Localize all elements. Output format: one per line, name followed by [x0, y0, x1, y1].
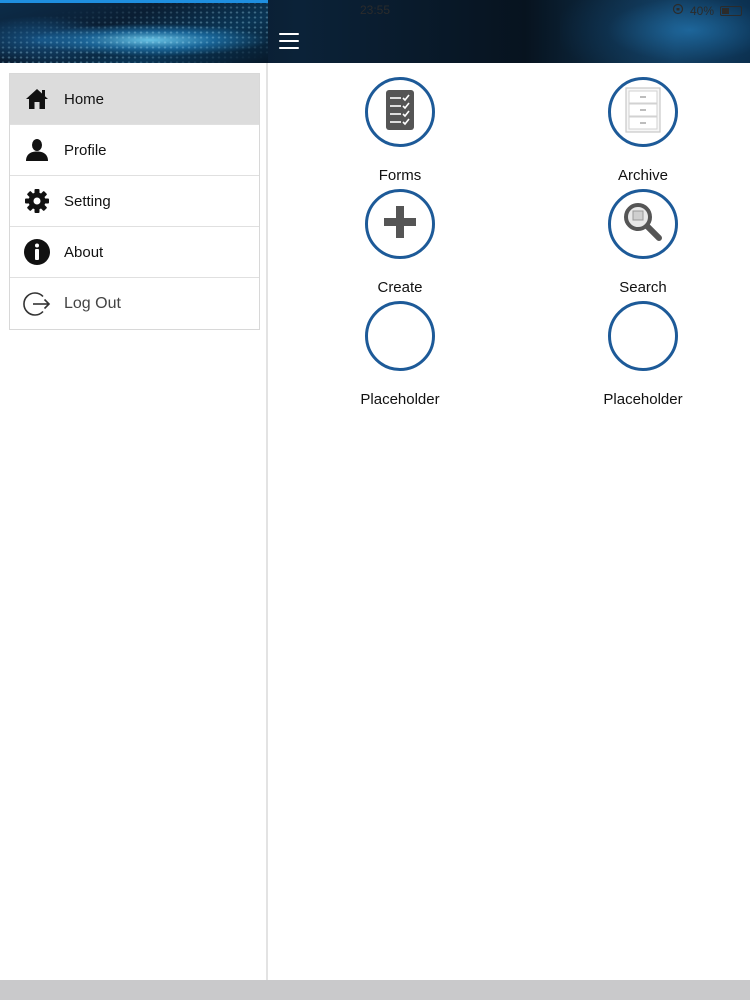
sidebar-item-label: Log Out	[64, 294, 121, 312]
hamburger-line	[279, 33, 299, 35]
battery-fill	[722, 7, 729, 14]
tile-circle	[608, 301, 678, 371]
cabinet-icon	[625, 86, 661, 138]
tile-archive[interactable]: Archive	[578, 77, 708, 187]
sidebar-item-logout[interactable]: Log Out	[10, 278, 259, 329]
sidebar-item-profile[interactable]: Profile	[10, 125, 259, 176]
tile-circle	[365, 189, 435, 259]
battery-icon	[720, 5, 742, 16]
sidebar-item-label: Profile	[64, 141, 107, 159]
sidebar: Home Profile Setting About Log Out	[0, 63, 268, 980]
tile-label: Create	[377, 279, 423, 296]
bottom-bar	[0, 980, 750, 1000]
main-dashboard: Forms Archive Create Search Placeholder …	[270, 63, 750, 980]
magnifier-icon	[622, 201, 664, 248]
tile-label: Search	[619, 279, 667, 296]
hamburger-line	[279, 40, 299, 42]
sidebar-item-label: Home	[64, 90, 105, 108]
sidebar-item-home[interactable]: Home	[10, 74, 259, 125]
status-indicators: 40%	[672, 3, 742, 18]
app-header: 23:55 40%	[0, 0, 750, 63]
sidebar-item-setting[interactable]: Setting	[10, 176, 259, 227]
tile-label: Forms	[378, 167, 422, 184]
tile-create[interactable]: Create	[335, 189, 465, 299]
sidebar-item-label: Setting	[64, 192, 111, 210]
battery-percent: 40%	[689, 3, 714, 18]
status-time: 23:55	[359, 3, 391, 17]
tile-label: Archive	[617, 167, 669, 184]
tile-placeholder-right[interactable]: Placeholder	[578, 301, 708, 411]
tile-placeholder-left[interactable]: Placeholder	[335, 301, 465, 411]
sidebar-item-about[interactable]: About	[10, 227, 259, 278]
tile-search[interactable]: Search	[578, 189, 708, 299]
hamburger-line	[279, 47, 299, 49]
tile-label: Placeholder	[360, 391, 440, 408]
hamburger-menu-button[interactable]	[277, 31, 301, 51]
home-icon	[22, 84, 52, 114]
logout-icon	[22, 289, 52, 319]
plus-icon	[383, 205, 417, 244]
tile-forms[interactable]: Forms	[335, 77, 465, 187]
tile-circle	[608, 77, 678, 147]
info-icon	[22, 237, 52, 267]
tile-circle	[365, 77, 435, 147]
checklist-icon	[385, 89, 415, 136]
tile-circle	[365, 301, 435, 371]
gear-icon	[22, 186, 52, 216]
tile-label: Placeholder	[603, 391, 683, 408]
user-icon	[22, 135, 52, 165]
sidebar-menu: Home Profile Setting About Log Out	[9, 73, 260, 330]
sidebar-item-label: About	[64, 243, 104, 261]
rotation-lock-icon	[672, 3, 684, 18]
tile-circle	[608, 189, 678, 259]
